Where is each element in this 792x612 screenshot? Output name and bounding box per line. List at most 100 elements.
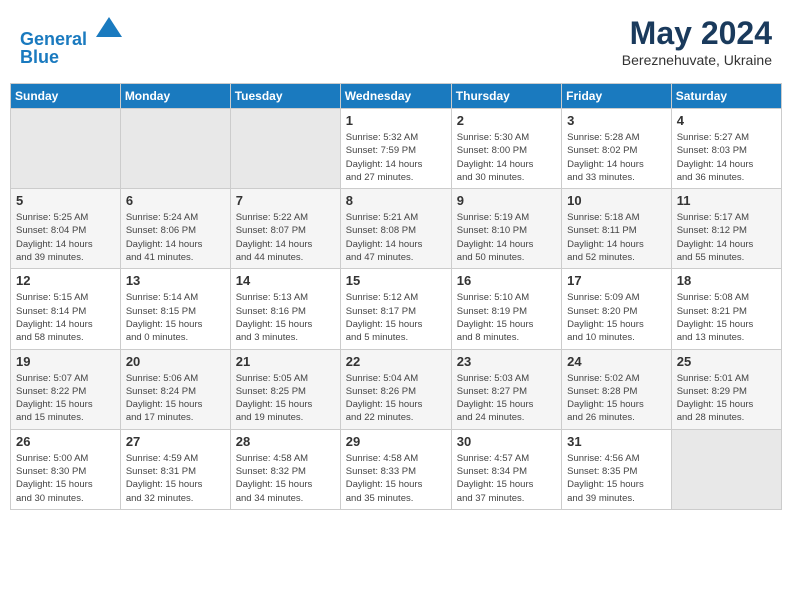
weekday-header: Saturday bbox=[671, 84, 781, 109]
calendar-cell bbox=[230, 109, 340, 189]
day-number: 1 bbox=[346, 113, 446, 128]
day-number: 27 bbox=[126, 434, 225, 449]
weekday-header: Sunday bbox=[11, 84, 121, 109]
day-number: 26 bbox=[16, 434, 115, 449]
calendar-cell: 25 Sunrise: 5:01 AM Sunset: 8:29 PM Dayli… bbox=[671, 349, 781, 429]
day-info: Sunrise: 5:00 AM Sunset: 8:30 PM Dayligh… bbox=[16, 452, 115, 505]
day-info: Sunrise: 4:58 AM Sunset: 8:32 PM Dayligh… bbox=[236, 452, 335, 505]
day-number: 14 bbox=[236, 273, 335, 288]
calendar-cell: 24 Sunrise: 5:02 AM Sunset: 8:28 PM Dayli… bbox=[562, 349, 672, 429]
calendar-cell: 13 Sunrise: 5:14 AM Sunset: 8:15 PM Dayli… bbox=[120, 269, 230, 349]
day-info: Sunrise: 5:05 AM Sunset: 8:25 PM Dayligh… bbox=[236, 372, 335, 425]
day-number: 25 bbox=[677, 354, 776, 369]
day-number: 29 bbox=[346, 434, 446, 449]
day-info: Sunrise: 5:12 AM Sunset: 8:17 PM Dayligh… bbox=[346, 291, 446, 344]
calendar-cell: 4Sunrise: 5:27 AM Sunset: 8:03 PM Daylig… bbox=[671, 109, 781, 189]
day-number: 24 bbox=[567, 354, 666, 369]
calendar-cell: 31Sunrise: 4:56 AM Sunset: 8:35 PM Dayli… bbox=[562, 429, 672, 509]
calendar-cell: 15 Sunrise: 5:12 AM Sunset: 8:17 PM Dayli… bbox=[340, 269, 451, 349]
day-info: Sunrise: 5:08 AM Sunset: 8:21 PM Dayligh… bbox=[677, 291, 776, 344]
day-info: Sunrise: 5:10 AM Sunset: 8:19 PM Dayligh… bbox=[457, 291, 556, 344]
day-info: Sunrise: 5:15 AM Sunset: 8:14 PM Dayligh… bbox=[16, 291, 115, 344]
day-info: Sunrise: 5:02 AM Sunset: 8:28 PM Dayligh… bbox=[567, 372, 666, 425]
day-number: 23 bbox=[457, 354, 556, 369]
calendar-cell: 10 Sunrise: 5:18 AM Sunset: 8:11 PM Dayli… bbox=[562, 189, 672, 269]
day-number: 12 bbox=[16, 273, 115, 288]
calendar-cell: 5Sunrise: 5:25 AM Sunset: 8:04 PM Daylig… bbox=[11, 189, 121, 269]
day-info: Sunrise: 4:57 AM Sunset: 8:34 PM Dayligh… bbox=[457, 452, 556, 505]
day-number: 16 bbox=[457, 273, 556, 288]
day-info: Sunrise: 5:24 AM Sunset: 8:06 PM Dayligh… bbox=[126, 211, 225, 264]
day-info: Sunrise: 5:06 AM Sunset: 8:24 PM Dayligh… bbox=[126, 372, 225, 425]
calendar-cell: 16 Sunrise: 5:10 AM Sunset: 8:19 PM Dayli… bbox=[451, 269, 561, 349]
weekday-header: Thursday bbox=[451, 84, 561, 109]
calendar-cell: 12 Sunrise: 5:15 AM Sunset: 8:14 PM Dayli… bbox=[11, 269, 121, 349]
day-info: Sunrise: 4:58 AM Sunset: 8:33 PM Dayligh… bbox=[346, 452, 446, 505]
day-number: 6 bbox=[126, 193, 225, 208]
location-subtitle: Bereznehuvate, Ukraine bbox=[622, 52, 772, 68]
day-info: Sunrise: 5:32 AM Sunset: 7:59 PM Dayligh… bbox=[346, 131, 446, 184]
day-number: 28 bbox=[236, 434, 335, 449]
calendar-cell: 14 Sunrise: 5:13 AM Sunset: 8:16 PM Dayli… bbox=[230, 269, 340, 349]
day-number: 3 bbox=[567, 113, 666, 128]
calendar-cell: 9 Sunrise: 5:19 AM Sunset: 8:10 PM Daylig… bbox=[451, 189, 561, 269]
day-info: Sunrise: 5:28 AM Sunset: 8:02 PM Dayligh… bbox=[567, 131, 666, 184]
weekday-header: Tuesday bbox=[230, 84, 340, 109]
calendar-cell: 17Sunrise: 5:09 AM Sunset: 8:20 PM Dayli… bbox=[562, 269, 672, 349]
calendar-cell: 19 Sunrise: 5:07 AM Sunset: 8:22 PM Dayli… bbox=[11, 349, 121, 429]
calendar-cell: 7 Sunrise: 5:22 AM Sunset: 8:07 PM Daylig… bbox=[230, 189, 340, 269]
weekday-header: Monday bbox=[120, 84, 230, 109]
calendar-cell: 6 Sunrise: 5:24 AM Sunset: 8:06 PM Daylig… bbox=[120, 189, 230, 269]
calendar-cell: 18 Sunrise: 5:08 AM Sunset: 8:21 PM Dayli… bbox=[671, 269, 781, 349]
day-info: Sunrise: 5:19 AM Sunset: 8:10 PM Dayligh… bbox=[457, 211, 556, 264]
day-number: 30 bbox=[457, 434, 556, 449]
calendar-cell bbox=[671, 429, 781, 509]
calendar-cell: 1 Sunrise: 5:32 AM Sunset: 7:59 PM Daylig… bbox=[340, 109, 451, 189]
day-number: 13 bbox=[126, 273, 225, 288]
calendar-cell: 2Sunrise: 5:30 AM Sunset: 8:00 PM Daylig… bbox=[451, 109, 561, 189]
calendar-cell: 20 Sunrise: 5:06 AM Sunset: 8:24 PM Dayli… bbox=[120, 349, 230, 429]
weekday-header-row: SundayMondayTuesdayWednesdayThursdayFrid… bbox=[11, 84, 782, 109]
calendar-cell: 22Sunrise: 5:04 AM Sunset: 8:26 PM Dayli… bbox=[340, 349, 451, 429]
day-number: 21 bbox=[236, 354, 335, 369]
day-info: Sunrise: 5:01 AM Sunset: 8:29 PM Dayligh… bbox=[677, 372, 776, 425]
logo: General Blue bbox=[20, 15, 124, 68]
day-info: Sunrise: 5:14 AM Sunset: 8:15 PM Dayligh… bbox=[126, 291, 225, 344]
calendar-cell: 29 Sunrise: 4:58 AM Sunset: 8:33 PM Dayli… bbox=[340, 429, 451, 509]
day-number: 4 bbox=[677, 113, 776, 128]
day-number: 19 bbox=[16, 354, 115, 369]
calendar-week-row: 19 Sunrise: 5:07 AM Sunset: 8:22 PM Dayli… bbox=[11, 349, 782, 429]
day-number: 18 bbox=[677, 273, 776, 288]
day-number: 11 bbox=[677, 193, 776, 208]
day-number: 15 bbox=[346, 273, 446, 288]
calendar-cell: 8Sunrise: 5:21 AM Sunset: 8:08 PM Daylig… bbox=[340, 189, 451, 269]
day-info: Sunrise: 5:21 AM Sunset: 8:08 PM Dayligh… bbox=[346, 211, 446, 264]
calendar-cell: 21 Sunrise: 5:05 AM Sunset: 8:25 PM Dayli… bbox=[230, 349, 340, 429]
calendar-week-row: 5Sunrise: 5:25 AM Sunset: 8:04 PM Daylig… bbox=[11, 189, 782, 269]
day-number: 7 bbox=[236, 193, 335, 208]
day-number: 20 bbox=[126, 354, 225, 369]
calendar-week-row: 26 Sunrise: 5:00 AM Sunset: 8:30 PM Dayli… bbox=[11, 429, 782, 509]
calendar-cell bbox=[120, 109, 230, 189]
calendar-cell: 30 Sunrise: 4:57 AM Sunset: 8:34 PM Dayli… bbox=[451, 429, 561, 509]
day-info: Sunrise: 5:18 AM Sunset: 8:11 PM Dayligh… bbox=[567, 211, 666, 264]
logo-icon bbox=[94, 15, 124, 45]
day-number: 5 bbox=[16, 193, 115, 208]
day-info: Sunrise: 5:17 AM Sunset: 8:12 PM Dayligh… bbox=[677, 211, 776, 264]
calendar-cell: 23 Sunrise: 5:03 AM Sunset: 8:27 PM Dayli… bbox=[451, 349, 561, 429]
page-header: General Blue May 2024 Bereznehuvate, Ukr… bbox=[10, 10, 782, 73]
weekday-header: Friday bbox=[562, 84, 672, 109]
calendar-cell: 27Sunrise: 4:59 AM Sunset: 8:31 PM Dayli… bbox=[120, 429, 230, 509]
day-info: Sunrise: 5:22 AM Sunset: 8:07 PM Dayligh… bbox=[236, 211, 335, 264]
calendar-table: SundayMondayTuesdayWednesdayThursdayFrid… bbox=[10, 83, 782, 510]
day-info: Sunrise: 5:30 AM Sunset: 8:00 PM Dayligh… bbox=[457, 131, 556, 184]
day-number: 10 bbox=[567, 193, 666, 208]
weekday-header: Wednesday bbox=[340, 84, 451, 109]
calendar-cell: 3 Sunrise: 5:28 AM Sunset: 8:02 PM Daylig… bbox=[562, 109, 672, 189]
day-number: 9 bbox=[457, 193, 556, 208]
calendar-cell: 28 Sunrise: 4:58 AM Sunset: 8:32 PM Dayli… bbox=[230, 429, 340, 509]
logo-text: General bbox=[20, 15, 124, 51]
day-info: Sunrise: 5:03 AM Sunset: 8:27 PM Dayligh… bbox=[457, 372, 556, 425]
day-info: Sunrise: 5:13 AM Sunset: 8:16 PM Dayligh… bbox=[236, 291, 335, 344]
day-info: Sunrise: 5:07 AM Sunset: 8:22 PM Dayligh… bbox=[16, 372, 115, 425]
